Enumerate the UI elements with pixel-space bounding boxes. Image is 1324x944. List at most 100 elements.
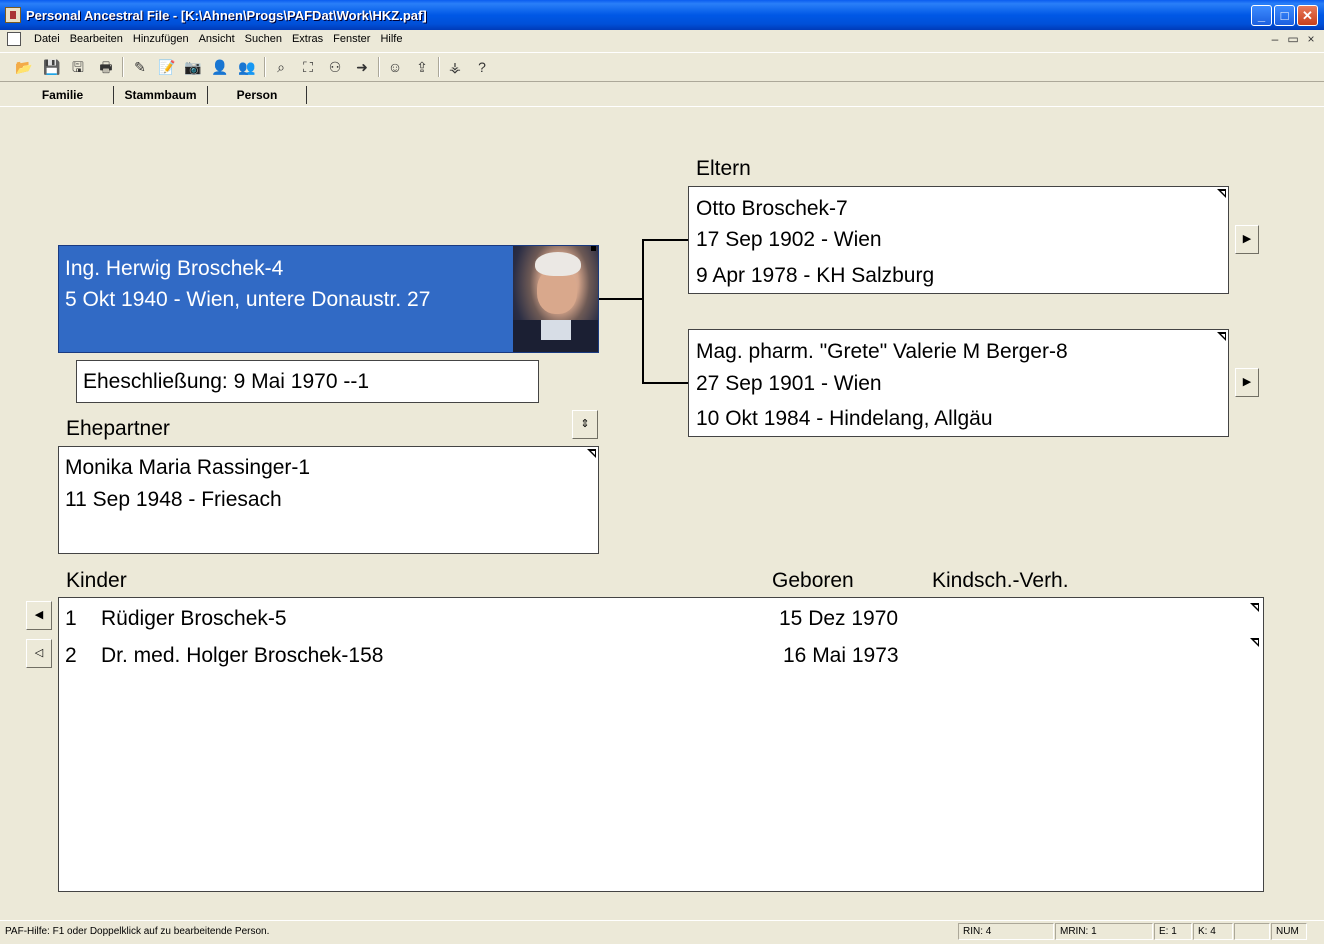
maximize-button[interactable]: □: [1274, 5, 1295, 26]
child-number: 2: [65, 644, 77, 667]
toolbar-separator: [122, 57, 124, 77]
individual-info-icon[interactable]: ☺: [385, 57, 405, 77]
child-1-go-button[interactable]: ◀: [26, 601, 52, 630]
menu-fenster[interactable]: Fenster: [328, 33, 375, 45]
corner-marker-icon: [1250, 638, 1259, 647]
connector-line: [642, 239, 688, 241]
menu-bar: Datei Bearbeiten Hinzufügen Ansicht Such…: [0, 30, 1324, 50]
child-2-go-button[interactable]: ◁: [26, 639, 52, 668]
relation-column-header: Kindsch.-Verh.: [932, 569, 1069, 592]
person-photo[interactable]: [513, 246, 598, 352]
spouse-heading: Ehepartner: [66, 417, 170, 440]
edit-individual-icon[interactable]: ✎: [130, 57, 150, 77]
add-person-icon[interactable]: 👤: [210, 57, 230, 77]
menu-bearbeiten[interactable]: Bearbeiten: [65, 33, 128, 45]
app-icon[interactable]: [5, 7, 21, 23]
spouse-birth: 11 Sep 1948 - Friesach: [65, 488, 282, 511]
list-item[interactable]: 1 Rüdiger Broschek-5 15 Dez 1970: [59, 600, 1263, 637]
spouse-select-button[interactable]: ⇕: [572, 410, 598, 439]
tab-stammbaum[interactable]: Stammbaum: [114, 86, 208, 104]
status-k: K: 4: [1193, 923, 1233, 940]
toolbar-separator: [264, 57, 266, 77]
notes-icon[interactable]: 📝: [157, 57, 177, 77]
mother-next-button[interactable]: ▶: [1235, 368, 1259, 397]
status-help-text: PAF-Hilfe: F1 oder Doppelklick auf zu be…: [5, 926, 270, 937]
corner-marker-icon: [587, 449, 596, 458]
child-name: Rüdiger Broschek-5: [101, 607, 287, 630]
connector-line: [598, 298, 643, 300]
corner-marker-icon: [1217, 332, 1226, 341]
search-binoculars-icon[interactable]: ⌕: [271, 57, 291, 77]
export-icon[interactable]: ⇪: [412, 57, 432, 77]
mdi-minimize-button[interactable]: –: [1268, 32, 1282, 46]
help-icon[interactable]: ?: [472, 57, 492, 77]
find-relatives-icon[interactable]: ⚇: [325, 57, 345, 77]
status-e: E: 1: [1154, 923, 1192, 940]
menu-suchen[interactable]: Suchen: [240, 33, 287, 45]
camera-icon[interactable]: 📷: [183, 57, 203, 77]
child-number: 1: [65, 607, 77, 630]
born-column-header: Geboren: [772, 569, 854, 592]
tab-person[interactable]: Person: [208, 86, 307, 104]
mdi-restore-button[interactable]: ▭: [1286, 32, 1300, 46]
status-bar: PAF-Hilfe: F1 oder Doppelklick auf zu be…: [0, 920, 1324, 944]
save-icon[interactable]: 💾: [42, 57, 62, 77]
close-button[interactable]: ✕: [1297, 5, 1318, 26]
title-bar: Personal Ancestral File - [K:\Ahnen\Prog…: [0, 0, 1324, 30]
child-born: 16 Mai 1973: [783, 644, 899, 667]
menu-ansicht[interactable]: Ansicht: [194, 33, 240, 45]
mother-name: Mag. pharm. "Grete" Valerie M Berger-8: [696, 340, 1068, 363]
print-icon[interactable]: 🖶: [96, 57, 116, 77]
connector-line: [642, 382, 688, 384]
child-name: Dr. med. Holger Broschek-158: [101, 644, 384, 667]
menu-extras[interactable]: Extras: [287, 33, 328, 45]
marriage-box[interactable]: Eheschließung: 9 Mai 1970 --1: [76, 360, 539, 403]
father-next-button[interactable]: ▶: [1235, 225, 1259, 254]
save-as-icon[interactable]: 🖫: [68, 57, 88, 77]
primary-person-box[interactable]: Ing. Herwig Broschek-4 5 Okt 1940 - Wien…: [58, 245, 599, 353]
father-death: 9 Apr 1978 - KH Salzburg: [696, 264, 935, 287]
child-born: 15 Dez 1970: [779, 607, 899, 630]
primary-name: Ing. Herwig Broschek-4: [65, 257, 284, 280]
pedigree-chart-icon[interactable]: ⚶: [445, 57, 465, 77]
status-empty: [1234, 923, 1270, 940]
primary-birth: 5 Okt 1940 - Wien, untere Donaustr. 27: [65, 288, 431, 311]
add-couple-icon[interactable]: 👥: [237, 57, 257, 77]
tab-familie[interactable]: Familie: [12, 86, 114, 104]
status-num: NUM: [1271, 923, 1307, 940]
mother-birth: 27 Sep 1901 - Wien: [696, 372, 882, 395]
spouse-box[interactable]: Monika Maria Rassinger-1 11 Sep 1948 - F…: [58, 446, 599, 554]
list-item[interactable]: 2 Dr. med. Holger Broschek-158 16 Mai 19…: [59, 637, 1263, 674]
children-list[interactable]: 1 Rüdiger Broschek-5 15 Dez 1970 2 Dr. m…: [58, 597, 1264, 892]
spouse-name: Monika Maria Rassinger-1: [65, 456, 311, 479]
toolbar: 📂 💾 🖫 🖶 ✎ 📝 📷 👤 👥 ⌕ ⛶ ⚇ ➜ ☺ ⇪ ⚶ ?: [0, 52, 1324, 82]
status-rin: RIN: 4: [958, 923, 1054, 940]
mother-box[interactable]: Mag. pharm. "Grete" Valerie M Berger-8 2…: [688, 329, 1229, 437]
document-icon[interactable]: [7, 32, 21, 46]
children-heading: Kinder: [66, 569, 127, 592]
connector-line: [642, 239, 644, 383]
find-family-icon[interactable]: ⛶: [298, 57, 318, 77]
corner-marker-icon: [1250, 603, 1259, 612]
status-mrin: MRIN: 1: [1055, 923, 1153, 940]
marriage-text: Eheschließung: 9 Mai 1970 --1: [83, 370, 369, 393]
toolbar-separator: [438, 57, 440, 77]
parents-heading: Eltern: [696, 157, 751, 180]
mdi-close-button[interactable]: ×: [1304, 32, 1318, 46]
photo-marker-icon: [591, 246, 596, 251]
father-name: Otto Broschek-7: [696, 197, 848, 220]
view-tabs: Familie Stammbaum Person: [0, 82, 1324, 107]
open-folder-icon[interactable]: 📂: [14, 57, 34, 77]
menu-hilfe[interactable]: Hilfe: [375, 33, 407, 45]
window-title: Personal Ancestral File - [K:\Ahnen\Prog…: [26, 8, 427, 23]
father-birth: 17 Sep 1902 - Wien: [696, 228, 882, 251]
minimize-button[interactable]: _: [1251, 5, 1272, 26]
go-to-person-icon[interactable]: ➜: [352, 57, 372, 77]
menu-datei[interactable]: Datei: [29, 33, 65, 45]
corner-marker-icon: [1217, 189, 1226, 198]
menu-hinzufuegen[interactable]: Hinzufügen: [128, 33, 194, 45]
menu-items: Datei Bearbeiten Hinzufügen Ansicht Such…: [29, 33, 407, 45]
toolbar-separator: [378, 57, 380, 77]
father-box[interactable]: Otto Broschek-7 17 Sep 1902 - Wien 9 Apr…: [688, 186, 1229, 294]
mother-death: 10 Okt 1984 - Hindelang, Allgäu: [696, 407, 993, 430]
